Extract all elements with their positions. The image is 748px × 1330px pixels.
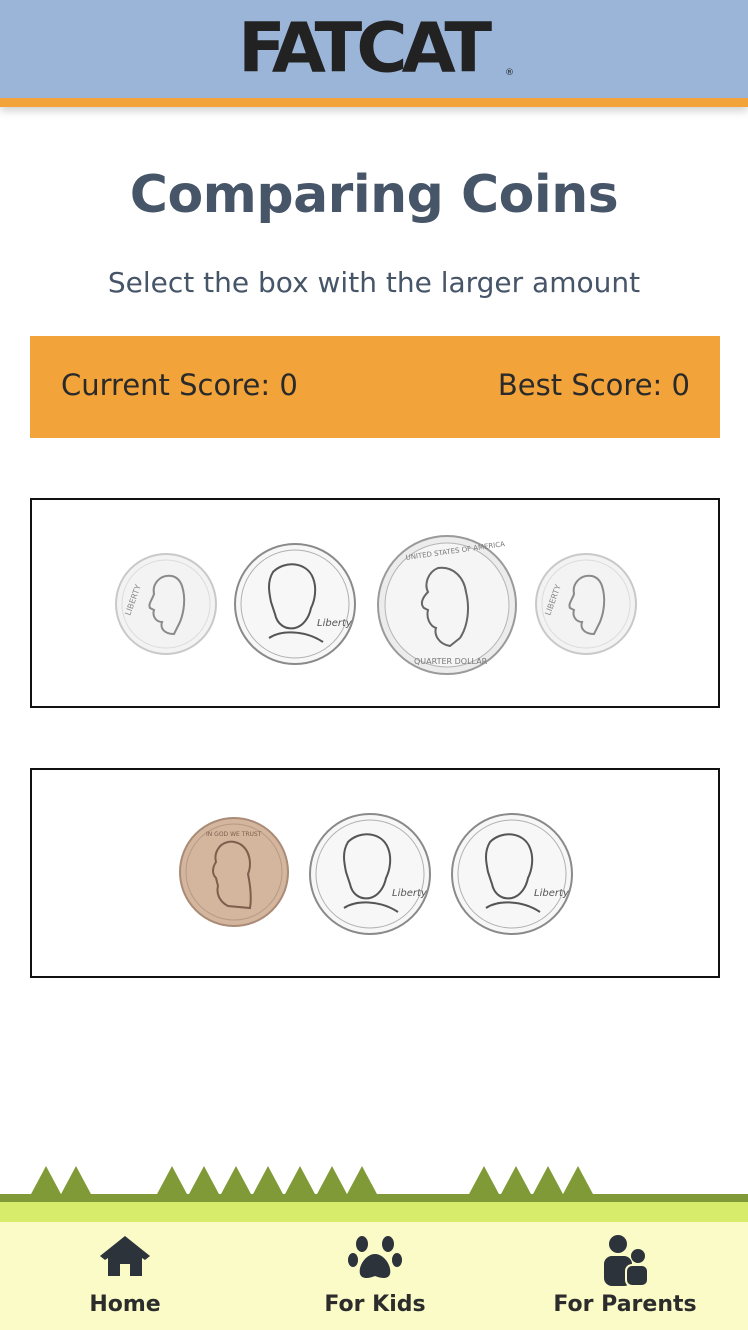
nav-for-parents-label: For Parents — [553, 1292, 697, 1317]
bottom-nav: Home For Kids For Parents — [0, 1222, 748, 1330]
coin-trust-text: IN GOD WE TRUST — [206, 831, 262, 838]
current-score: Current Score: 0 — [61, 368, 298, 402]
score-bar: Current Score: 0 Best Score: 0 — [30, 336, 720, 438]
dime-coin: LIBERTY — [535, 553, 637, 655]
coin-liberty-script: Liberty — [392, 888, 428, 899]
nav-for-parents[interactable]: For Parents — [525, 1222, 725, 1330]
paw-icon — [348, 1236, 402, 1278]
coin-box-1[interactable]: LIBERTY Liberty QUARTER DOLLAR UNITED ST… — [30, 498, 720, 708]
nickel-coin: Liberty — [234, 543, 356, 665]
house-icon — [100, 1236, 150, 1276]
grass-decoration — [0, 1166, 748, 1222]
best-score: Best Score: 0 — [497, 368, 690, 402]
app-header: FATCAT ® — [0, 0, 748, 107]
nav-for-kids-label: For Kids — [324, 1292, 426, 1317]
nav-home-label: Home — [89, 1292, 161, 1317]
penny-coin: IN GOD WE TRUST — [179, 817, 289, 927]
nav-for-kids[interactable]: For Kids — [275, 1222, 475, 1330]
registered-mark: ® — [505, 68, 514, 78]
nav-home[interactable]: Home — [25, 1222, 225, 1330]
page-title: Comparing Coins — [129, 165, 619, 225]
nickel-coin: Liberty — [309, 813, 431, 935]
coin-box-2[interactable]: IN GOD WE TRUST Liberty Liberty — [30, 768, 720, 978]
coin-liberty-script: Liberty — [534, 888, 570, 899]
page-subtitle: Select the box with the larger amount — [107, 266, 641, 299]
family-icon — [604, 1235, 649, 1286]
coin-quarter-bottom: QUARTER DOLLAR — [414, 657, 488, 666]
quarter-coin: QUARTER DOLLAR UNITED STATES OF AMERICA — [377, 535, 517, 675]
dime-coin: LIBERTY — [115, 553, 217, 655]
coin-liberty-script: Liberty — [317, 618, 353, 629]
nickel-coin: Liberty — [451, 813, 573, 935]
fatcat-logo[interactable]: FATCAT — [238, 14, 518, 83]
